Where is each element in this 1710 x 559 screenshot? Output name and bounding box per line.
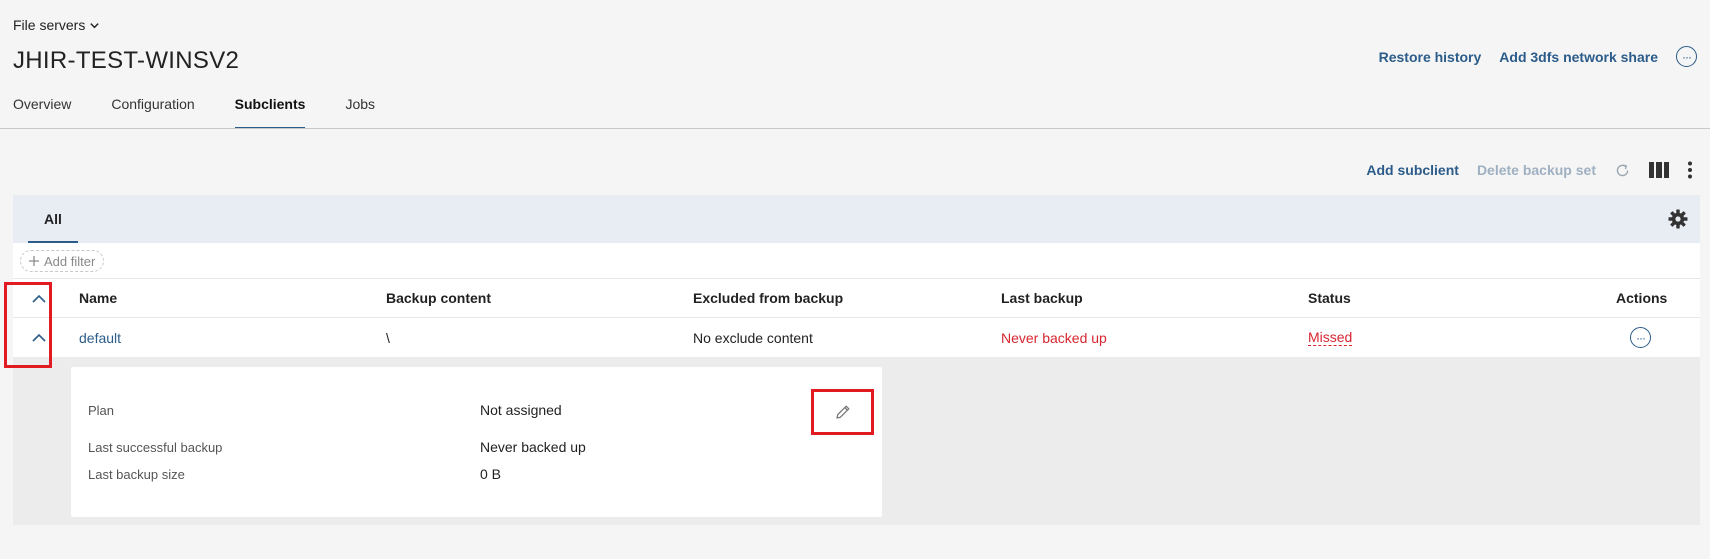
tab-overview[interactable]: Overview <box>13 96 71 129</box>
detail-label: Last backup size <box>88 467 185 482</box>
refresh-icon[interactable] <box>1614 162 1631 179</box>
chevron-down-icon <box>90 22 100 28</box>
backup-content-cell: \ <box>386 329 390 346</box>
add-network-share-link[interactable]: Add 3dfs network share <box>1499 49 1658 65</box>
table-header: Name Backup content Excluded from backup… <box>13 279 1700 318</box>
row-collapse-button[interactable] <box>27 318 51 357</box>
view-tab-all[interactable]: All <box>28 195 78 243</box>
view-tabs: All <box>13 195 1700 243</box>
detail-label: Last successful backup <box>88 440 223 455</box>
row-actions-button[interactable]: ··· <box>1630 318 1651 357</box>
column-header-name[interactable]: Name <box>79 279 117 317</box>
detail-value: 0 B <box>480 466 502 482</box>
page-title: JHIR-TEST-WINSV2 <box>13 47 240 74</box>
more-options-button[interactable]: ··· <box>1676 46 1697 67</box>
columns-icon[interactable] <box>1649 162 1669 178</box>
breadcrumb-label: File servers <box>13 17 86 33</box>
add-subclient-button[interactable]: Add subclient <box>1366 162 1459 178</box>
pencil-icon <box>835 405 849 419</box>
delete-backup-set-button[interactable]: Delete backup set <box>1477 162 1596 178</box>
edit-plan-button[interactable] <box>811 389 874 435</box>
collapse-all-button[interactable] <box>27 279 51 317</box>
header-actions: Restore history Add 3dfs network share ·… <box>1379 46 1697 67</box>
status-badge[interactable]: Missed <box>1308 329 1353 346</box>
subclient-details-card: Plan Not assigned Last successful backup… <box>71 367 882 517</box>
column-header-backup-content[interactable]: Backup content <box>386 279 491 317</box>
tab-configuration[interactable]: Configuration <box>111 96 194 129</box>
chevron-up-icon <box>32 294 46 303</box>
tab-subclients[interactable]: Subclients <box>234 96 305 129</box>
add-filter-label: Add filter <box>44 253 96 269</box>
page-tabs: Overview Configuration Subclients Jobs <box>13 96 375 129</box>
last-backup-cell: Never backed up <box>1001 329 1107 346</box>
column-header-status[interactable]: Status <box>1308 279 1351 317</box>
excluded-cell: No exclude content <box>693 329 813 346</box>
table-row: default \ No exclude content Never backe… <box>13 318 1700 357</box>
column-header-last-backup[interactable]: Last backup <box>1001 279 1083 317</box>
detail-label: Plan <box>88 403 115 418</box>
tab-jobs[interactable]: Jobs <box>345 96 375 129</box>
gear-icon[interactable] <box>1668 209 1688 234</box>
subclient-name-link[interactable]: default <box>79 318 121 357</box>
ellipsis-icon: ··· <box>1630 327 1651 348</box>
tabs-divider <box>0 128 1710 129</box>
ellipsis-icon: ··· <box>1682 49 1692 64</box>
add-filter-button[interactable]: Add filter <box>20 250 105 272</box>
table-toolbar: Add subclient Delete backup set <box>1366 161 1693 179</box>
chevron-up-icon <box>32 333 46 342</box>
column-header-excluded[interactable]: Excluded from backup <box>693 279 843 317</box>
plus-icon <box>29 256 39 266</box>
detail-value: Never backed up <box>480 439 586 455</box>
status-cell[interactable]: Missed <box>1308 318 1353 357</box>
restore-history-link[interactable]: Restore history <box>1379 49 1482 65</box>
column-header-actions: Actions <box>1616 290 1668 306</box>
detail-value: Not assigned <box>480 402 562 418</box>
filter-bar: Add filter <box>13 243 1700 279</box>
breadcrumb[interactable]: File servers <box>13 17 100 33</box>
kebab-menu-icon[interactable] <box>1687 161 1693 179</box>
